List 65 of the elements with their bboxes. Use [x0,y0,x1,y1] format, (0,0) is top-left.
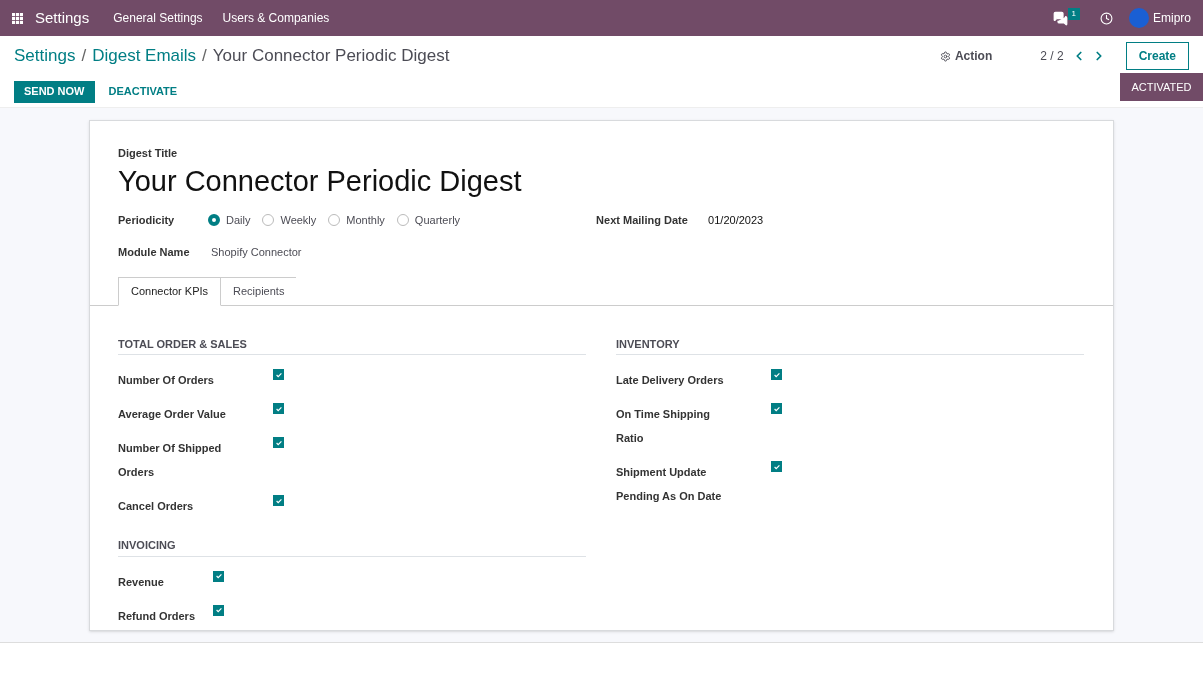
checkbox[interactable] [771,369,782,380]
link-button[interactable]: DEACTIVATE [98,80,188,103]
action-button[interactable]: Action [939,47,993,65]
breadcrumb-separator: / [81,45,87,68]
radio-label[interactable]: Daily [226,211,251,228]
field-label: Digest Title [118,146,179,161]
field-label: Periodicity [118,212,176,228]
digest-title[interactable]: Your Connector Periodic Digest [118,161,1085,200]
tab[interactable]: Connector KPIs [118,276,222,306]
field-value[interactable]: Shopify Connector [211,244,302,261]
field-label: Revenue [118,575,164,588]
breadcrumb-link[interactable]: Settings [14,43,76,69]
radio-button[interactable] [208,213,220,226]
clock-icon[interactable] [1100,11,1113,25]
radio-label[interactable]: Quarterly [414,211,461,228]
pager: 2 / 2 [1040,48,1064,65]
section-heading: INVENTORY [616,335,1084,355]
check-icon [274,438,283,447]
app-name[interactable]: Settings [35,6,90,30]
radio-label[interactable]: Weekly [280,211,317,228]
checkbox[interactable] [273,369,284,380]
checkbox[interactable] [213,570,224,582]
check-icon [274,370,283,379]
check-icon [772,404,781,413]
field-label: Module Name [118,245,191,260]
field-label: Shipment Update Pending As On Date [616,466,722,502]
section-heading: INVOICING [118,537,586,557]
checkbox[interactable] [273,437,284,448]
gear-icon [939,50,951,62]
check-icon [772,370,781,379]
breadcrumb-separator: / [202,45,207,68]
radio-label[interactable]: Monthly [346,211,385,228]
user-name[interactable]: Emipro [1153,9,1191,27]
check-icon [772,462,781,471]
notification-badge: 1 [1067,8,1080,20]
field-label: Next Mailing Date [596,212,689,228]
section-heading: TOTAL ORDER & SALES [118,335,586,355]
breadcrumb-current: Your Connector Periodic Digest [212,45,450,68]
checkbox[interactable] [273,495,284,506]
avatar-icon [1129,8,1149,28]
checkbox[interactable] [771,403,782,414]
nav-menu-item[interactable]: General Settings [113,9,203,27]
apps-grid-icon[interactable] [12,12,23,24]
field-label: Late Delivery Orders [616,374,724,386]
checkbox[interactable] [213,604,224,616]
check-icon [274,496,283,505]
field-label: Number Of Orders [118,374,214,386]
field-label: Cancel Orders [118,500,194,512]
chat-icon[interactable] [1052,10,1068,26]
check-icon [274,404,283,413]
field-label: On Time Shipping Ratio [616,408,710,444]
checkbox[interactable] [771,461,782,472]
check-icon [214,606,223,614]
create-button[interactable]: Create [1125,42,1189,70]
nav-menu-item[interactable]: Users & Companies [222,9,330,27]
field-label: Number Of Shipped Orders [118,442,222,478]
breadcrumb-link[interactable]: Digest Emails [92,43,197,69]
field-label: Refund Orders [118,609,195,622]
primary-button[interactable]: SEND NOW [14,80,95,103]
status-badge: ACTIVATED [1120,73,1203,101]
field-value[interactable]: 01/20/2023 [708,211,764,228]
check-icon [214,572,223,580]
tab[interactable]: Recipients [221,276,297,306]
checkbox[interactable] [273,403,284,414]
field-label: Average Order Value [118,408,226,420]
